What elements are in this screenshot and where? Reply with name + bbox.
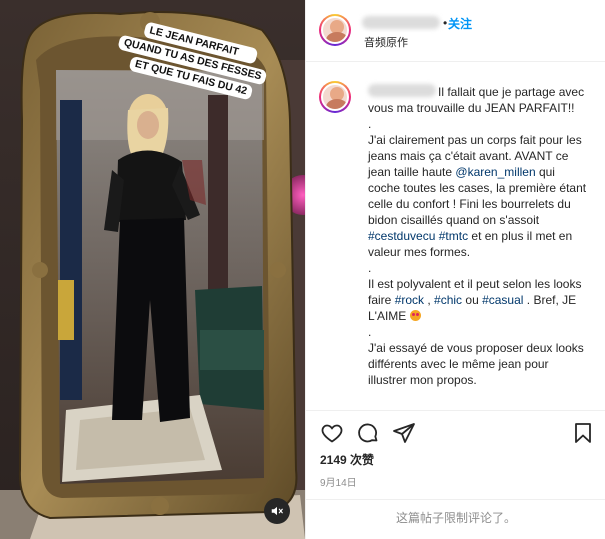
original-audio-link[interactable]: 音频原作 bbox=[364, 34, 408, 50]
caption-paragraph-2: Il est polyvalent et il peut selon les l… bbox=[368, 276, 590, 324]
avatar[interactable] bbox=[319, 81, 351, 113]
hashtag-link[interactable]: #casual bbox=[482, 293, 523, 307]
hashtag-link[interactable]: #cestduvecu bbox=[368, 229, 435, 243]
caption-text: , bbox=[424, 293, 435, 307]
caption-text: ou bbox=[462, 293, 483, 307]
caption-separator: . bbox=[368, 261, 372, 275]
mention-link[interactable]: @karen_millen bbox=[455, 165, 535, 179]
like-button[interactable] bbox=[320, 421, 344, 445]
likes-count[interactable]: 2149 次赞 bbox=[320, 451, 374, 468]
post-side-panel: • 关注 音频原作 Il fallait que je partage avec… bbox=[305, 0, 605, 539]
comments-limited-notice: 这篇帖子限制评论了。 bbox=[306, 499, 605, 539]
post-header: • 关注 音频原作 bbox=[306, 0, 605, 62]
caption-paragraph-3: J'ai essayé de vous proposer deux looks … bbox=[368, 341, 584, 387]
post-media[interactable]: LE JEAN PARFAIT QUAND TU AS DES FESSES E… bbox=[0, 0, 305, 539]
mute-button[interactable] bbox=[264, 498, 290, 524]
caption-intro: Il fallait que je partage avec vous ma t… bbox=[368, 85, 585, 115]
username-redacted[interactable] bbox=[362, 16, 440, 29]
bookmark-icon bbox=[575, 423, 591, 443]
comment-button[interactable] bbox=[356, 421, 380, 445]
separator-dot: • bbox=[443, 16, 448, 30]
caption-paragraph-1: J'ai clairement pas un corps fait pour l… bbox=[368, 132, 590, 260]
hashtag-link[interactable]: #rock bbox=[395, 293, 424, 307]
post-date[interactable]: 9月14日 bbox=[320, 474, 357, 489]
save-button[interactable] bbox=[571, 421, 595, 445]
speaker-muted-icon bbox=[271, 506, 283, 516]
avatar[interactable] bbox=[319, 14, 351, 46]
follow-button[interactable]: 关注 bbox=[448, 15, 472, 32]
caption-area: Il fallait que je partage avec vous ma t… bbox=[306, 62, 605, 410]
caption-separator: . bbox=[368, 117, 372, 131]
caption-separator: . bbox=[368, 325, 372, 339]
post-caption: Il fallait que je partage avec vous ma t… bbox=[368, 84, 590, 388]
share-icon bbox=[393, 423, 415, 443]
grimace-emoji-icon bbox=[240, 46, 254, 60]
hashtag-link[interactable]: #chic bbox=[434, 293, 462, 307]
comment-icon bbox=[358, 423, 378, 443]
heart-icon bbox=[321, 424, 343, 443]
heart-eyes-emoji-icon bbox=[409, 310, 421, 321]
hashtag-link[interactable]: #tmtc bbox=[439, 229, 468, 243]
share-button[interactable] bbox=[392, 421, 416, 445]
post-actions: 2149 次赞 9月14日 这篇帖子限制评论了。 bbox=[306, 410, 605, 539]
